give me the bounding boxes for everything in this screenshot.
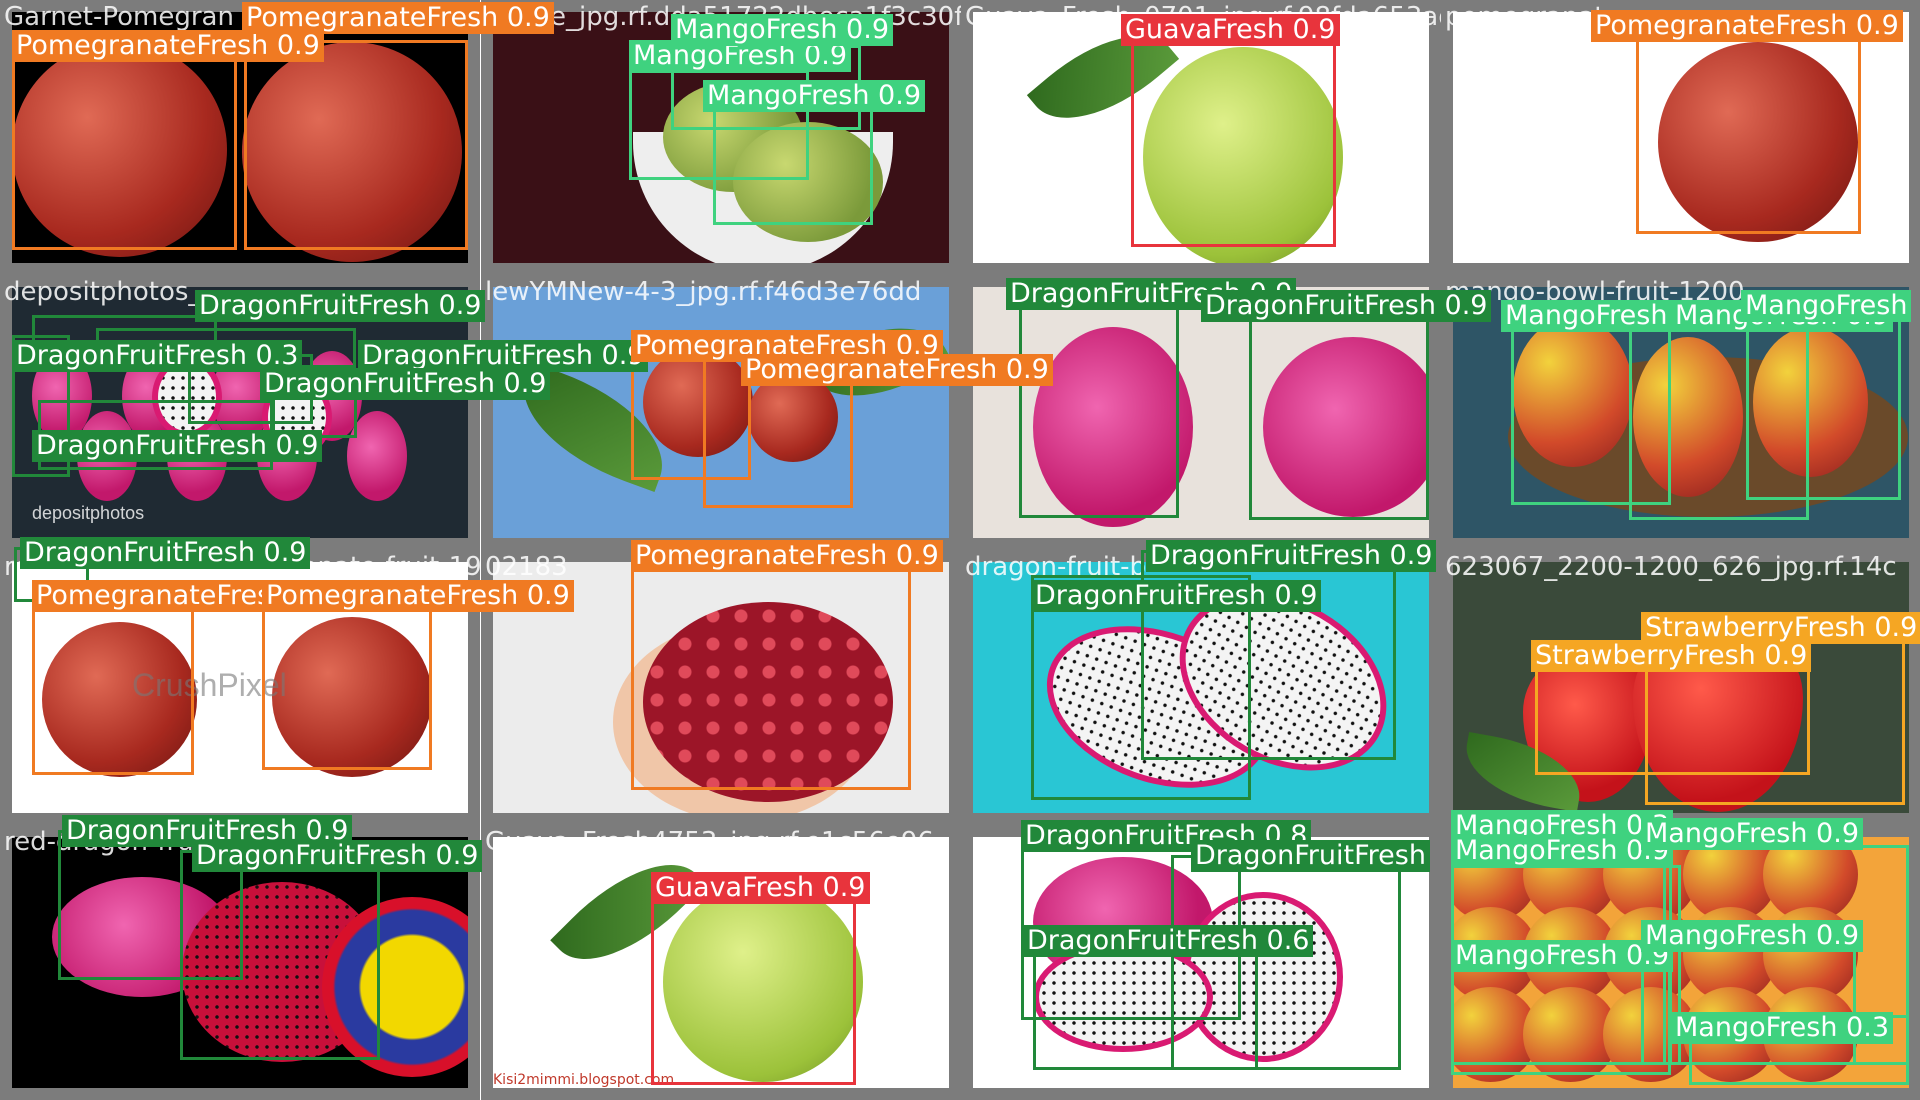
detection-label: DragonFruitFresh 0.9 [260, 368, 551, 400]
detection-label: GuavaFresh 0.9 [1121, 14, 1340, 46]
detection-box-guava [1131, 22, 1336, 247]
detection-label: DragonFruitFresh 0.9 [192, 840, 483, 872]
detection-box-pomegranate [262, 590, 432, 770]
detection-label: DragonFruitFresh 0.6 [1023, 925, 1314, 957]
detection-label: MangoFresh 0.9 [1641, 818, 1863, 850]
detection-label: DragonFruitFresh [1191, 840, 1430, 872]
detection-label: DragonFruitFresh 0.9 [1031, 580, 1322, 612]
detection-label: DragonFruitFresh 0.3 [12, 340, 303, 372]
footer-credit: Kisi2mimmi.blogspot.com [493, 1072, 675, 1088]
detection-box-dragonfruit [1033, 940, 1258, 1070]
detection-box-dragonfruit [1249, 300, 1429, 520]
detection-box-dragonfruit [180, 850, 380, 1060]
watermark-text: depositphotos [32, 503, 145, 523]
detection-label: MangoFresh 0.9 [1641, 920, 1863, 952]
detection-label: PomegranateFresh 0.9 [262, 580, 574, 612]
detection-label: DragonFruitFresh 0.9 [1146, 540, 1437, 572]
detection-box-pomegranate [1636, 14, 1861, 234]
detection-box-pomegranate [32, 600, 194, 775]
detection-label: DragonFruitFresh 0.9 [1201, 290, 1492, 322]
detection-label: GuavaFresh 0.9 [651, 872, 870, 904]
detection-label: DragonFruitFresh 0.9 [195, 290, 486, 322]
detection-label: DragonFruitFresh 0.9 [32, 430, 323, 462]
detection-label: StrawberryFresh 0.9 [1531, 640, 1812, 672]
detection-label: MangoFresh 0.9 [1451, 835, 1673, 867]
detection-box-pomegranate [244, 40, 468, 250]
detection-label: MangoFresh 0.9 [703, 80, 925, 112]
detection-label: DragonFruitFresh 0.9 [20, 537, 311, 569]
detection-label: MangoFresh 0.9 [671, 14, 893, 46]
detection-label: PomegranateFresh 0.9 [12, 30, 324, 62]
detection-box-guava [651, 885, 856, 1085]
detection-label: PomegranateFresh 0.9 [631, 540, 943, 572]
detection-box-dragonfruit [1019, 288, 1179, 518]
detection-label: StrawberryFresh 0.9 [1641, 612, 1920, 644]
detection-label: PomegranateFresh 0.9 [741, 354, 1053, 386]
detection-box-pomegranate [631, 550, 911, 790]
detection-label: MangoFresh [1741, 290, 1912, 322]
detection-box-mango [713, 95, 873, 225]
detection-label: MangoFresh 0.9 [1451, 940, 1673, 972]
detection-label: PomegranateFresh 0.9 [1591, 10, 1903, 42]
detection-box-pomegranate [12, 40, 237, 250]
detection-label: PomegranateFresh 0.9 [242, 2, 554, 34]
detection-mosaic: Garnet-Pomegran PomegranateFresh 0.9 Pomeg… [0, 0, 1920, 1100]
detection-label: MangoFresh 0.3 [1671, 1012, 1893, 1044]
